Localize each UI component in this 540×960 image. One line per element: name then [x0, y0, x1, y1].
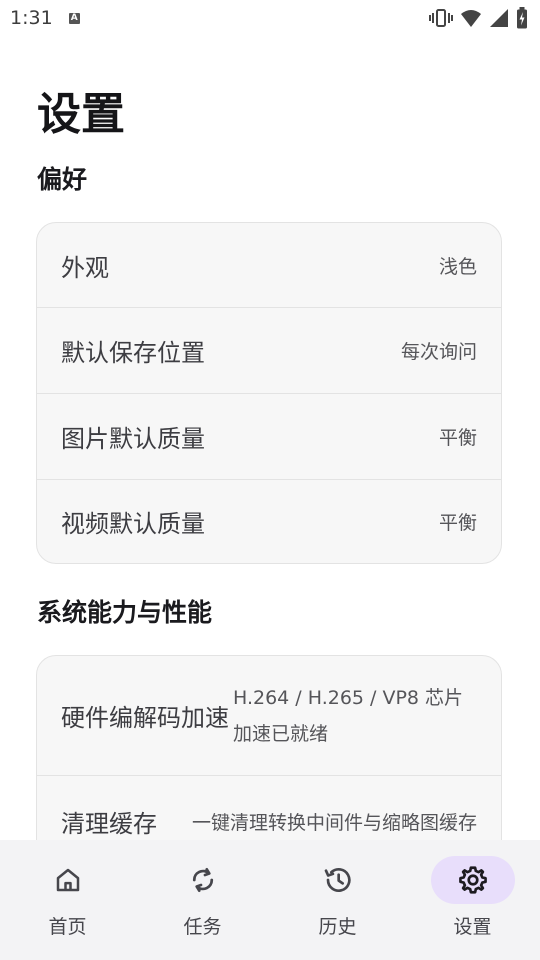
setting-row-image-quality[interactable]: 图片默认质量 平衡: [37, 394, 501, 480]
sync-icon: [192, 868, 213, 892]
setting-label: 外观: [61, 253, 109, 282]
bottom-navigation: 首页 任务 历史 设置: [0, 840, 540, 960]
nav-icon-container: [296, 856, 380, 904]
page-title: 设置: [37, 89, 125, 140]
nav-icon-container: [161, 856, 245, 904]
nav-label: 设置: [453, 916, 492, 938]
status-time: 1:31: [10, 7, 53, 29]
nav-label: 任务: [183, 916, 222, 938]
preferences-card: 外观 浅色 默认保存位置 每次询问 图片默认质量 平衡 视频默认质量 平衡: [36, 222, 502, 564]
home-icon: [56, 868, 79, 892]
history-icon: [324, 868, 351, 892]
setting-value: 平衡: [438, 427, 477, 449]
setting-label: 视频默认质量: [61, 510, 205, 538]
nav-item-history[interactable]: 历史: [278, 840, 398, 939]
setting-row-video-quality[interactable]: 视频默认质量 平衡: [37, 480, 501, 563]
nav-icon-container: [26, 856, 110, 904]
nav-active-indicator: [430, 856, 515, 904]
vibrate-icon: [429, 9, 453, 27]
setting-value: 浅色: [438, 255, 477, 278]
cell-signal-icon: [490, 9, 508, 27]
section-title-preferences: 偏好: [37, 165, 88, 194]
notification-a-icon: A: [68, 12, 80, 24]
nav-label: 历史: [318, 916, 357, 938]
system-performance-card: 硬件编解码加速 H.264 / H.265 / VP8 芯片加速已就绪 清理缓存…: [36, 655, 502, 840]
gear-icon: [458, 866, 487, 894]
nav-item-tasks[interactable]: 任务: [143, 840, 263, 939]
setting-value: 平衡: [438, 512, 477, 534]
setting-value: 一键清理转换中间件与缩略图缓存: [191, 811, 477, 834]
setting-value: H.264 / H.265 / VP8 芯片加速已就绪: [233, 686, 464, 745]
wifi-icon: [461, 10, 481, 27]
section-title-system-performance: 系统能力与性能: [37, 598, 213, 627]
setting-value: 每次询问: [400, 341, 477, 363]
status-bar: 1:31 A: [0, 0, 540, 36]
setting-row-hardware-codec[interactable]: 硬件编解码加速 H.264 / H.265 / VP8 芯片加速已就绪: [37, 656, 501, 776]
battery-icon: [517, 7, 527, 29]
setting-row-appearance[interactable]: 外观 浅色: [37, 223, 501, 308]
settings-scroll-area[interactable]: 设置 偏好 外观 浅色 默认保存位置 每次询问 图片默认质量 平衡 视频默认质量…: [0, 36, 540, 840]
setting-label: 默认保存位置: [61, 339, 205, 367]
setting-label: 图片默认质量: [61, 425, 205, 453]
nav-label: 首页: [48, 916, 87, 938]
nav-item-home[interactable]: 首页: [8, 840, 128, 939]
setting-label: 清理缓存: [61, 809, 157, 838]
setting-row-clear-cache[interactable]: 清理缓存 一键清理转换中间件与缩略图缓存: [37, 776, 501, 840]
setting-label: 硬件编解码加速: [61, 704, 229, 732]
nav-item-settings[interactable]: 设置: [413, 840, 533, 939]
setting-row-default-save-location[interactable]: 默认保存位置 每次询问: [37, 308, 501, 394]
